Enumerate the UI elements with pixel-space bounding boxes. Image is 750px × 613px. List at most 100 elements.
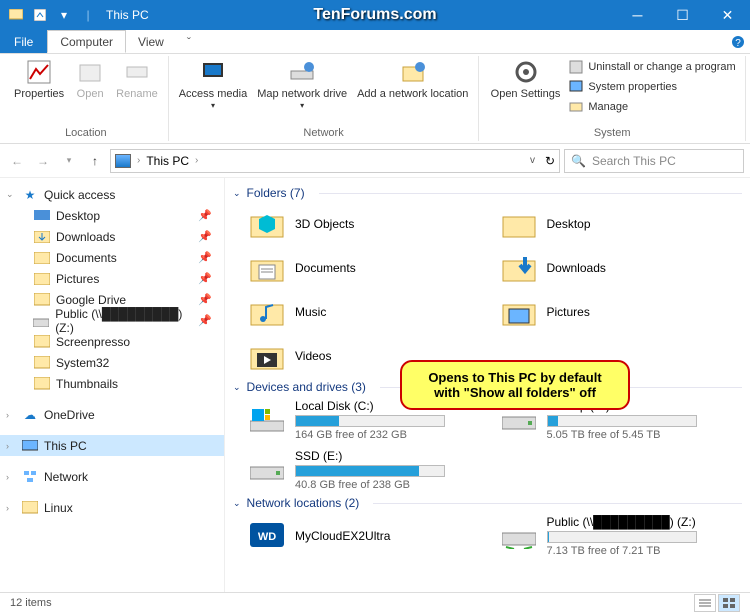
folder-item[interactable]: 3D Objects	[249, 204, 491, 244]
qat-properties-icon[interactable]	[32, 7, 48, 23]
manage-button[interactable]: Manage	[566, 98, 737, 116]
drive-item[interactable]: SSD (E:) 40.8 GB free of 238 GB	[249, 448, 491, 492]
sidebar: ⌄★Quick access Desktop📌 Downloads📌 Docum…	[0, 178, 225, 592]
open-icon	[76, 58, 104, 86]
folder-label: Music	[295, 305, 326, 319]
sidebar-item-thumbnails[interactable]: Thumbnails	[0, 373, 224, 394]
close-button[interactable]: ✕	[705, 0, 750, 30]
sidebar-item-public[interactable]: Public (\\█████████) (Z:)📌	[0, 310, 224, 331]
maximize-button[interactable]: ☐	[660, 0, 705, 30]
documents-icon	[34, 251, 50, 265]
back-button[interactable]: ←	[6, 150, 28, 172]
system-properties-button[interactable]: System properties	[566, 78, 737, 96]
addr-dropdown-icon[interactable]: v	[530, 155, 535, 166]
network-icon	[22, 470, 38, 484]
search-placeholder: Search This PC	[592, 154, 676, 168]
drive-usage-bar	[547, 415, 697, 427]
minimize-button[interactable]: ─	[615, 0, 660, 30]
open-settings-button[interactable]: Open Settings	[487, 56, 565, 103]
folder-item[interactable]: Documents	[249, 248, 491, 288]
properties-button[interactable]: Properties	[10, 56, 68, 103]
item-count: 12 items	[10, 597, 52, 609]
folder-item[interactable]: Desktop	[501, 204, 743, 244]
pin-icon: 📌	[198, 209, 212, 222]
drive-usage-bar	[295, 465, 445, 477]
ribbon-group-location: Properties Open Rename Location	[4, 56, 169, 141]
watermark: TenForums.com	[313, 6, 436, 24]
map-drive-button[interactable]: Map network drive▾	[253, 56, 351, 113]
sidebar-item-desktop[interactable]: Desktop📌	[0, 205, 224, 226]
netloc-icon: WD	[249, 521, 285, 551]
folder-icon	[22, 501, 38, 515]
search-icon: 🔍	[571, 154, 586, 168]
svg-text:?: ?	[735, 38, 741, 49]
rename-button[interactable]: Rename	[112, 56, 162, 103]
crumb-sep[interactable]: ›	[137, 155, 140, 166]
tiles-view-button[interactable]	[718, 594, 740, 612]
open-button[interactable]: Open	[70, 56, 110, 103]
search-input[interactable]: 🔍 Search This PC	[564, 149, 744, 173]
svg-text:WD: WD	[258, 531, 276, 543]
rename-icon	[123, 58, 151, 86]
folder-icon	[34, 335, 50, 349]
sidebar-item-documents[interactable]: Documents📌	[0, 247, 224, 268]
up-button[interactable]: ↑	[84, 150, 106, 172]
titlebar: ▾ | This PC TenForums.com ─ ☐ ✕	[0, 0, 750, 30]
forward-button[interactable]: →	[32, 150, 54, 172]
folder-icon	[249, 206, 285, 242]
onedrive-icon: ☁	[22, 408, 38, 422]
drive-icon	[249, 405, 285, 435]
status-bar: 12 items	[0, 592, 750, 613]
add-location-icon	[399, 58, 427, 86]
sidebar-linux[interactable]: ›Linux	[0, 497, 224, 518]
drive-usage-bar	[547, 531, 697, 543]
tab-computer[interactable]: Computer	[47, 30, 126, 53]
sidebar-item-system32[interactable]: System32	[0, 352, 224, 373]
refresh-button[interactable]: ↻	[545, 154, 555, 168]
netloc-item[interactable]: WD MyCloudEX2Ultra	[249, 514, 491, 558]
file-tab[interactable]: File	[0, 30, 47, 53]
breadcrumb[interactable]: This PC	[146, 154, 189, 168]
group-netloc[interactable]: ⌄Network locations (2)	[233, 492, 742, 514]
sidebar-item-pictures[interactable]: Pictures📌	[0, 268, 224, 289]
drive-free-text: 40.8 GB free of 238 GB	[295, 479, 491, 491]
sidebar-onedrive[interactable]: ›☁OneDrive	[0, 404, 224, 425]
folder-item[interactable]: Pictures	[501, 292, 743, 332]
details-view-button[interactable]	[694, 594, 716, 612]
folder-icon	[501, 206, 537, 242]
pin-icon: 📌	[198, 293, 212, 306]
crumb-sep[interactable]: ›	[195, 155, 198, 166]
sidebar-quick-access[interactable]: ⌄★Quick access	[0, 184, 224, 205]
access-media-button[interactable]: Access media▾	[175, 56, 251, 113]
uninstall-button[interactable]: Uninstall or change a program	[566, 58, 737, 76]
sidebar-item-downloads[interactable]: Downloads📌	[0, 226, 224, 247]
folder-item[interactable]: Music	[249, 292, 491, 332]
desktop-icon	[34, 209, 50, 223]
ribbon-group-system: Open Settings Uninstall or change a prog…	[479, 56, 746, 141]
folder-label: Pictures	[547, 305, 590, 319]
folder-icon	[249, 338, 285, 374]
folder-icon	[34, 356, 50, 370]
folder-label: 3D Objects	[295, 217, 354, 231]
folder-icon	[501, 294, 537, 330]
netloc-item[interactable]: Public (\\█████████) (Z:)7.13 TB free of…	[501, 514, 743, 558]
settings-icon	[512, 58, 540, 86]
group-folders[interactable]: ⌄Folders (7)	[233, 182, 742, 204]
sidebar-thispc[interactable]: ›This PC	[0, 435, 224, 456]
add-location-button[interactable]: Add a network location	[353, 56, 472, 103]
ribbon-collapse-button[interactable]: ˇ	[177, 30, 201, 53]
address-bar[interactable]: › This PC › v ↻	[110, 149, 560, 173]
folder-label: Videos	[295, 349, 331, 363]
ribbon: Properties Open Rename Location Access m…	[0, 54, 750, 144]
netdrive-icon	[33, 314, 49, 328]
explorer-icon	[8, 7, 24, 23]
tab-view[interactable]: View	[126, 30, 177, 53]
recent-button[interactable]: ▾	[58, 150, 80, 172]
folder-item[interactable]: Downloads	[501, 248, 743, 288]
folder-label: Downloads	[547, 261, 606, 275]
drive-free-text: 7.13 TB free of 7.21 TB	[547, 545, 743, 557]
sidebar-network[interactable]: ›Network	[0, 466, 224, 487]
help-button[interactable]: ?	[726, 30, 750, 53]
folder-icon	[34, 293, 50, 307]
qat-dropdown-icon[interactable]: ▾	[56, 7, 72, 23]
